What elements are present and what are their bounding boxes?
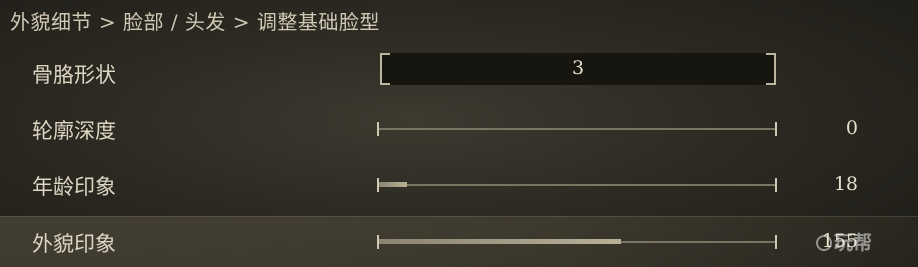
- appearance-impression-slider[interactable]: [377, 234, 777, 250]
- option-row-age-impression[interactable]: 年龄印象 18: [0, 160, 918, 210]
- option-row-bone-shape[interactable]: 骨胳形状 3: [0, 48, 918, 98]
- slider-track: [379, 128, 775, 130]
- slider-right-cap: [775, 178, 777, 192]
- age-impression-slider[interactable]: [377, 177, 777, 193]
- breadcrumb: 外貌细节 > 脸部 / 头发 > 调整基础脸型: [10, 10, 380, 34]
- option-label: 骨胳形状: [32, 63, 116, 87]
- slider-left-cap: [377, 122, 379, 136]
- slider-value: 0: [845, 117, 858, 139]
- bone-shape-select[interactable]: 3: [380, 53, 776, 85]
- slider-fill: [379, 182, 407, 187]
- contour-depth-slider[interactable]: [377, 121, 777, 137]
- option-label: 轮廓深度: [32, 119, 116, 143]
- slider-right-cap: [775, 122, 777, 136]
- slider-left-cap: [377, 178, 379, 192]
- option-row-contour-depth[interactable]: 轮廓深度 0: [0, 104, 918, 154]
- slider-right-cap: [775, 235, 777, 249]
- slider-value: 18: [833, 173, 858, 195]
- option-row-appearance-impression[interactable]: 外貌印象 155: [0, 216, 918, 267]
- option-label: 年龄印象: [32, 175, 116, 199]
- slider-track: [379, 184, 775, 186]
- select-value: 3: [571, 57, 585, 79]
- watermark-text: 玩帮: [833, 232, 872, 254]
- slider-fill: [379, 239, 621, 244]
- watermark-logo: 玩帮: [815, 228, 872, 255]
- option-label: 外貌印象: [32, 232, 116, 256]
- slider-left-cap: [377, 235, 379, 249]
- watermark-icon: [815, 235, 832, 251]
